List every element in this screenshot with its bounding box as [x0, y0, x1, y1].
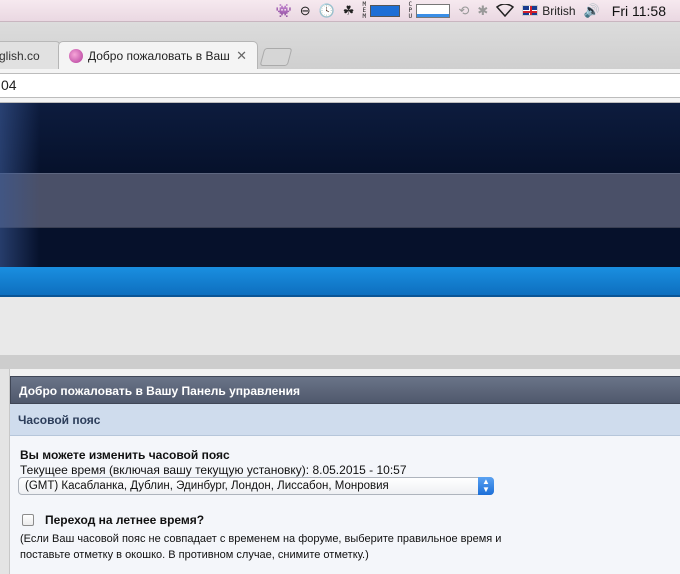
- mem-label: MEM: [362, 0, 367, 20]
- memory-meter-icon: [370, 4, 401, 17]
- memory-meter[interactable]: MEM: [362, 0, 401, 20]
- address-bar: 04: [0, 69, 680, 103]
- current-time-text: Текущее время (включая вашу текущую уста…: [20, 463, 407, 477]
- site-favicon-icon: [69, 48, 83, 63]
- divider: [0, 355, 680, 369]
- tab-strip: glish.co Добро пожаловать в Ваш ✕: [0, 22, 680, 69]
- wifi-icon[interactable]: [496, 3, 515, 19]
- bluetooth-icon[interactable]: ✱: [477, 3, 488, 19]
- url-input[interactable]: 04: [0, 73, 680, 98]
- site-header: [0, 103, 680, 267]
- alien-icon[interactable]: 👾: [276, 3, 292, 19]
- timezone-heading: Вы можете изменить часовой пояс: [20, 448, 230, 462]
- leaf-icon[interactable]: ☘: [343, 3, 355, 19]
- control-panel: Добро пожаловать в Вашу Панель управлени…: [0, 369, 680, 574]
- volume-icon[interactable]: 🔊: [584, 3, 600, 19]
- nav-strip: [0, 267, 680, 297]
- menubar-clock[interactable]: Fri 11:58: [612, 3, 666, 19]
- timezone-selected-value: (GMT) Касабланка, Дублин, Эдинбург, Лонд…: [25, 480, 389, 492]
- tab-title: Добро пожаловать в Ваш: [88, 48, 230, 63]
- header-band-top: [0, 103, 680, 173]
- tab-title: glish.co: [0, 48, 40, 63]
- circle-slash-icon[interactable]: ⊖: [300, 3, 311, 19]
- spacer: [0, 297, 680, 355]
- chevron-updown-icon: ▲ ▼: [478, 477, 494, 495]
- dst-checkbox[interactable]: [22, 514, 34, 526]
- panel-edge: [0, 369, 10, 574]
- uk-flag-icon: [522, 5, 539, 16]
- header-band-bottom: [0, 228, 680, 267]
- section-header: Часовой пояс: [10, 404, 680, 436]
- cpu-label: CPU: [408, 0, 413, 20]
- header-glow: [0, 103, 40, 267]
- new-tab-button[interactable]: [259, 48, 293, 66]
- dst-help-text: (Если Ваш часовой пояс не совпадает с вр…: [20, 533, 502, 561]
- panel-body: Вы можете изменить часовой пояс Текущее …: [10, 436, 680, 574]
- input-language-label: British: [542, 3, 576, 18]
- cpu-graph-icon: [416, 3, 451, 18]
- panel-title: Добро пожаловать в Вашу Панель управлени…: [10, 376, 680, 404]
- tab-inactive[interactable]: glish.co: [0, 41, 60, 69]
- time-machine-icon[interactable]: ⟲: [458, 3, 469, 19]
- cpu-meter[interactable]: CPU: [408, 0, 451, 20]
- tab-active[interactable]: Добро пожаловать в Ваш ✕: [58, 41, 258, 69]
- input-source[interactable]: British: [522, 3, 576, 19]
- clock-icon[interactable]: 🕓: [319, 3, 335, 19]
- close-icon[interactable]: ✕: [236, 48, 247, 64]
- menu-bar: 👾 ⊖ 🕓 ☘ MEM CPU ⟲ ✱ British 🔊 Fri 11:58: [0, 0, 680, 22]
- timezone-select[interactable]: (GMT) Касабланка, Дублин, Эдинбург, Лонд…: [18, 477, 494, 495]
- dst-label: Переход на летнее время?: [45, 513, 205, 527]
- header-band-mid: [0, 173, 680, 228]
